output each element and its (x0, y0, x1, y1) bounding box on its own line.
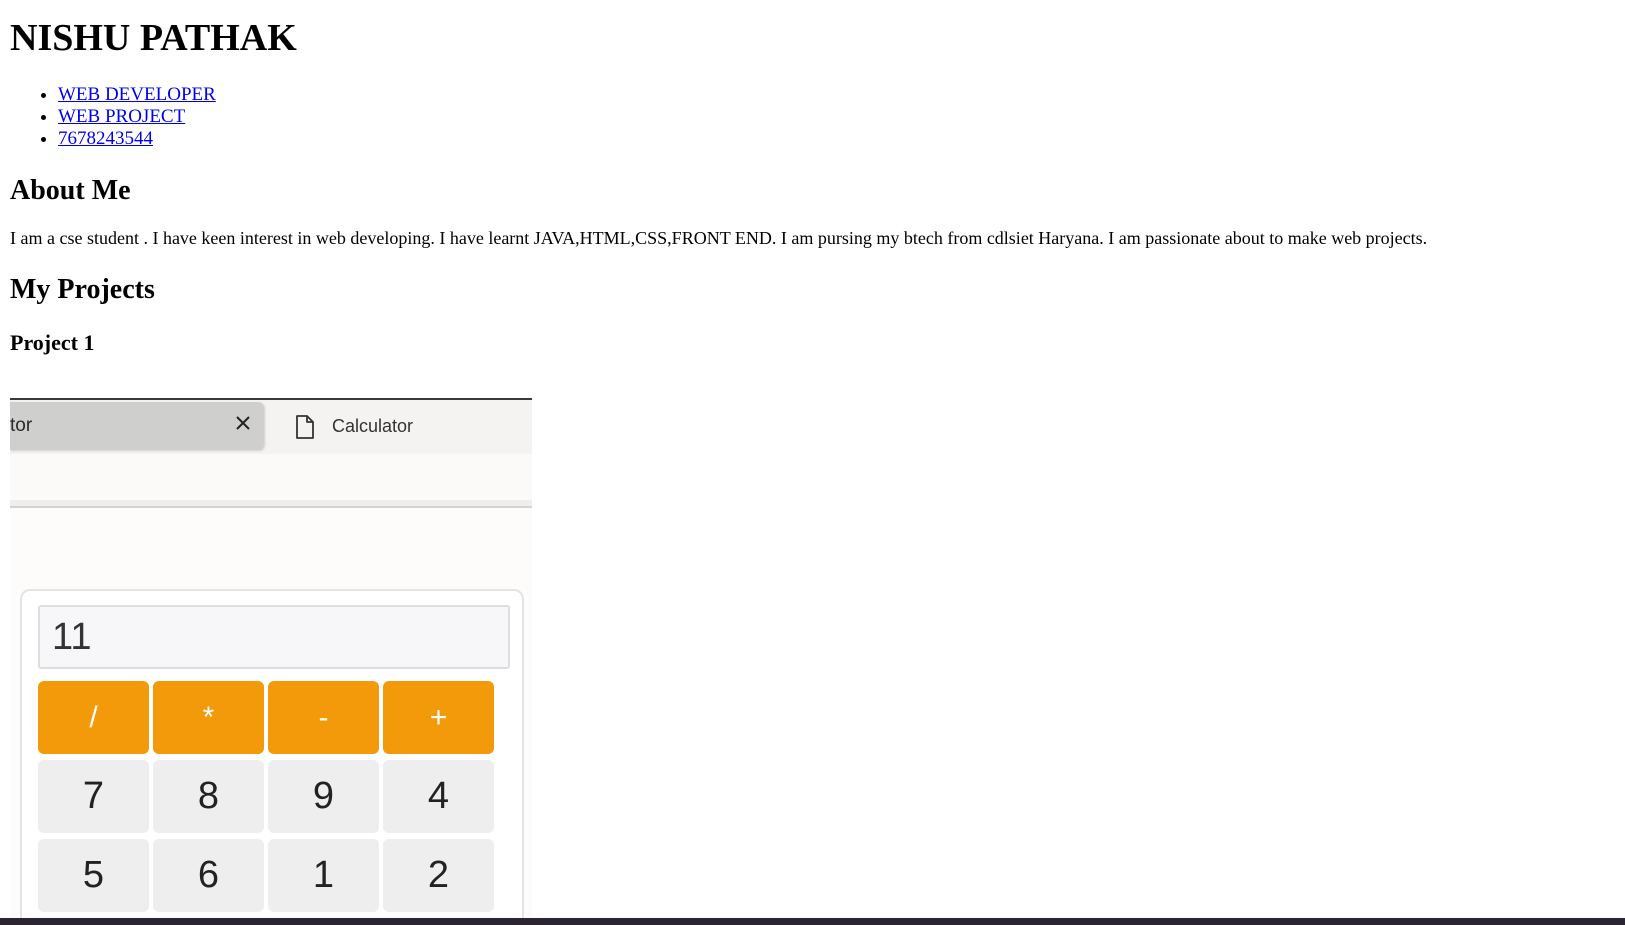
about-heading: About Me (10, 175, 131, 206)
calculator-display[interactable]: 11 (38, 605, 510, 669)
digit-7-button[interactable]: 7 (38, 760, 149, 833)
display-value: 11 (52, 616, 92, 658)
nav-item: WEB PROJECT (58, 106, 1610, 128)
browser-toolbar-divider (10, 500, 532, 508)
browser-tab-bar: tor Calculator (10, 398, 532, 456)
nav-list: WEB DEVELOPER WEB PROJECT 7678243544 (10, 84, 1610, 150)
document-icon (294, 414, 316, 440)
subtract-button[interactable]: - (268, 681, 379, 754)
portfolio-page: NISHU PATHAK WEB DEVELOPER WEB PROJECT 7… (10, 0, 1610, 357)
tab-title: tor (10, 415, 33, 436)
nav-link-phone[interactable]: 7678243544 (58, 128, 153, 149)
project-title: Project 1 (10, 330, 95, 355)
digit-2-button[interactable]: 2 (383, 839, 494, 912)
browser-tab-active[interactable]: tor (10, 402, 264, 450)
digit-5-button[interactable]: 5 (38, 839, 149, 912)
about-text: I am a cse student . I have keen interes… (10, 228, 1428, 248)
project-screenshot: tor Calculator 11 / * - + 7 8 9 4 5 6 1 … (10, 398, 532, 918)
divide-button[interactable]: / (38, 681, 149, 754)
calculator-panel: 11 / * - + 7 8 9 4 5 6 1 2 (20, 589, 524, 918)
browser-address-area (10, 454, 532, 500)
nav-item: WEB DEVELOPER (58, 84, 1610, 106)
projects-heading: My Projects (10, 274, 155, 305)
taskbar-edge (0, 918, 1625, 925)
page-title: NISHU PATHAK (10, 17, 297, 59)
digit-8-button[interactable]: 8 (153, 760, 264, 833)
tab-title: Calculator (332, 416, 414, 436)
nav-item: 7678243544 (58, 128, 1610, 150)
digit-4-button[interactable]: 4 (383, 760, 494, 833)
digit-6-button[interactable]: 6 (153, 839, 264, 912)
digit-9-button[interactable]: 9 (268, 760, 379, 833)
digit-1-button[interactable]: 1 (268, 839, 379, 912)
nav-link-web-developer[interactable]: WEB DEVELOPER (58, 84, 216, 105)
nav-link-web-project[interactable]: WEB PROJECT (58, 106, 185, 127)
add-button[interactable]: + (383, 681, 494, 754)
close-icon[interactable] (232, 412, 254, 434)
multiply-button[interactable]: * (153, 681, 264, 754)
browser-tab-calculator[interactable]: Calculator (276, 402, 526, 450)
